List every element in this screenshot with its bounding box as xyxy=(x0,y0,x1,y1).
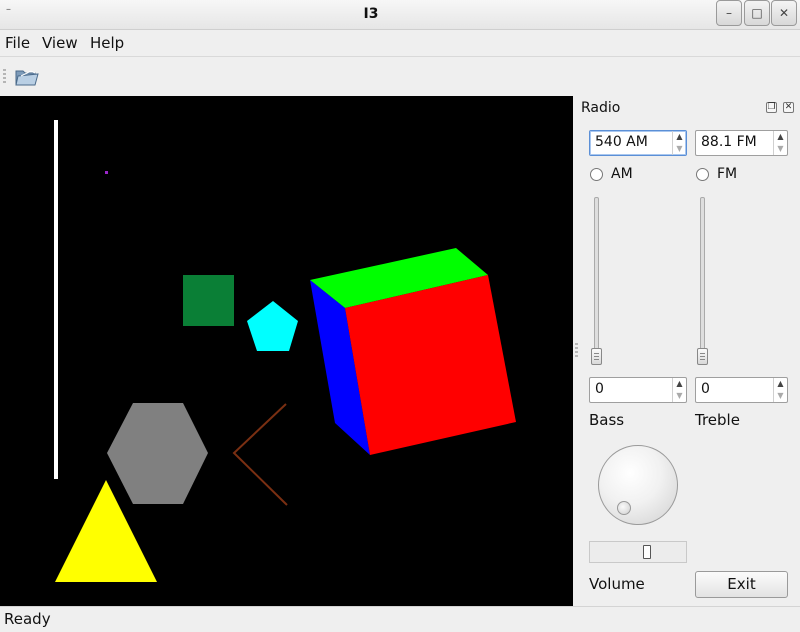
fm-radio-label: FM xyxy=(717,166,738,182)
scene-svg xyxy=(54,120,516,582)
fm-spin-down-icon[interactable]: ▼ xyxy=(774,143,787,155)
volume-slider-handle[interactable] xyxy=(643,545,651,559)
open-button[interactable] xyxy=(13,63,41,91)
toolbar xyxy=(0,56,800,96)
maximize-button[interactable]: □ xyxy=(744,0,770,26)
status-text: Ready xyxy=(4,610,51,628)
fm-slider[interactable] xyxy=(700,197,705,365)
exit-button[interactable]: Exit xyxy=(695,571,788,598)
fm-spin-up-icon[interactable]: ▲ xyxy=(774,131,787,143)
title-bar: – I3 – □ ✕ xyxy=(0,0,800,30)
bass-spinbox[interactable]: 0 ▲ ▼ xyxy=(589,377,687,403)
cyan-pentagon-shape xyxy=(247,301,298,351)
menu-file[interactable]: File xyxy=(5,34,30,52)
bass-spin-down-icon[interactable]: ▼ xyxy=(673,390,686,402)
treble-spin-down-icon[interactable]: ▼ xyxy=(774,390,787,402)
treble-label: Treble xyxy=(695,411,740,429)
bass-value: 0 xyxy=(595,381,604,397)
am-spin-down-icon[interactable]: ▼ xyxy=(673,143,686,155)
menu-view[interactable]: View xyxy=(42,34,78,52)
bass-spin-up-icon[interactable]: ▲ xyxy=(673,378,686,390)
gray-hexagon-shape xyxy=(107,403,208,504)
am-spin-up-icon[interactable]: ▲ xyxy=(673,131,686,143)
menu-help[interactable]: Help xyxy=(90,34,124,52)
fm-frequency-value: 88.1 FM xyxy=(701,134,757,150)
fm-frequency-spinbox[interactable]: 88.1 FM ▲ ▼ xyxy=(695,130,788,156)
folder-open-icon xyxy=(15,70,39,86)
treble-spin-up-icon[interactable]: ▲ xyxy=(774,378,787,390)
dock-float-icon[interactable]: ❐ xyxy=(766,102,777,113)
scene-canvas[interactable] xyxy=(0,96,573,606)
window-title: I3 xyxy=(363,6,379,22)
status-bar: Ready xyxy=(0,606,800,632)
close-button[interactable]: ✕ xyxy=(771,0,797,26)
volume-label: Volume xyxy=(589,575,645,593)
point-shape xyxy=(105,171,108,174)
am-frequency-spinbox[interactable]: 540 AM ▲ ▼ xyxy=(589,130,687,156)
radio-dock: Radio ❐ ✕ 540 AM ▲ ▼ 88.1 FM ▲ ▼ AM FM 0… xyxy=(579,96,800,606)
treble-spinbox[interactable]: 0 ▲ ▼ xyxy=(695,377,788,403)
toolbar-grip[interactable] xyxy=(3,69,6,85)
dock-title: Radio xyxy=(581,100,621,116)
am-radio[interactable] xyxy=(590,168,603,181)
brown-chevron-shape xyxy=(232,403,288,506)
splitter-grip[interactable] xyxy=(575,343,578,357)
am-frequency-value: 540 AM xyxy=(595,134,648,150)
bass-label: Bass xyxy=(589,411,625,429)
menu-bar: File View Help xyxy=(0,31,800,55)
am-radio-label: AM xyxy=(611,166,633,182)
am-slider-handle[interactable] xyxy=(591,348,602,365)
dock-close-icon[interactable]: ✕ xyxy=(783,102,794,113)
am-slider[interactable] xyxy=(594,197,599,365)
dial-indicator xyxy=(617,501,631,515)
treble-value: 0 xyxy=(701,381,710,397)
minimize-button[interactable]: – xyxy=(716,0,742,26)
fm-slider-handle[interactable] xyxy=(697,348,708,365)
fm-radio[interactable] xyxy=(696,168,709,181)
vertical-line-shape xyxy=(54,120,58,479)
volume-slider[interactable] xyxy=(589,541,687,563)
volume-dial[interactable] xyxy=(598,445,678,525)
green-square-shape xyxy=(183,275,234,326)
